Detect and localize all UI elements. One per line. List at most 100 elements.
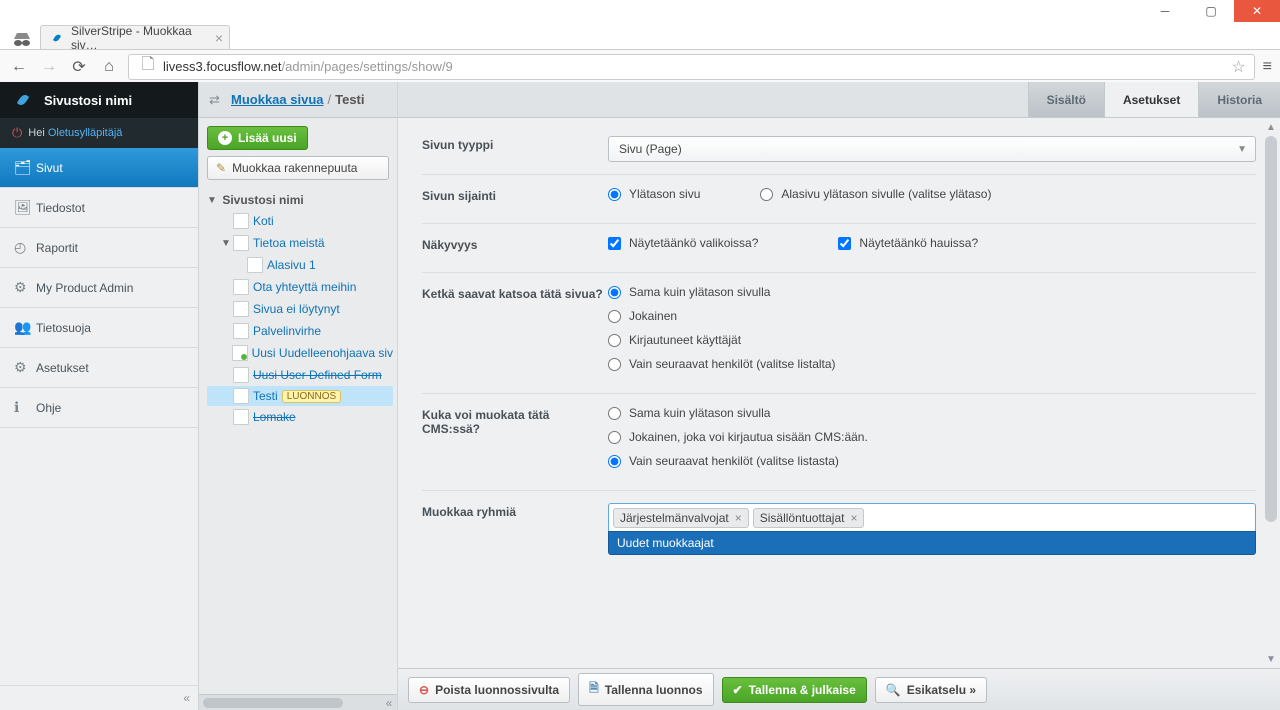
editor-groups-input[interactable]: Järjestelmänvalvojat× Sisällöntuottajat× — [608, 503, 1256, 533]
checkbox-show-in-search[interactable]: Näytetäänkö hauissa? — [838, 236, 978, 250]
menu-item-settings[interactable]: ⚙Asetukset — [0, 348, 198, 388]
radio-view-only-these[interactable]: Vain seuraavat henkilöt (valitse listalt… — [608, 357, 1256, 371]
greeting-bar: ⏻ Hei Oletusylläpitäjä — [0, 118, 198, 148]
tab-history[interactable]: Historia — [1198, 82, 1280, 117]
group-tag: Järjestelmänvalvojat× — [613, 508, 749, 528]
brand-bar: Sivustosi nimi — [0, 82, 198, 118]
page-type-select[interactable]: Sivu (Page) ▼ — [608, 136, 1256, 162]
browser-tab[interactable]: SilverStripe - Muokkaa siv… × — [40, 25, 230, 49]
scroll-down-icon[interactable]: ▼ — [1262, 650, 1280, 668]
info-icon: ℹ — [14, 399, 36, 416]
back-icon[interactable]: ← — [8, 58, 30, 76]
window-minimize-button[interactable]: ─ — [1142, 0, 1188, 22]
tree-item-notfound[interactable]: Sivua ei löytynyt — [207, 298, 393, 320]
browser-menu-icon[interactable]: ≡ — [1263, 58, 1272, 76]
menu-item-reports[interactable]: ◴Raportit — [0, 228, 198, 268]
tree-root[interactable]: ▼ Sivustosi nimi — [207, 190, 393, 210]
preview-button[interactable]: 🔍Esikatselu » — [875, 677, 987, 703]
tree-item-testi[interactable]: TestiLUONNOS — [207, 386, 393, 406]
radio-view-inherit[interactable]: Sama kuin ylätason sivulla — [608, 285, 1256, 299]
label-page-type: Sivun tyyppi — [422, 136, 608, 162]
power-icon[interactable]: ⏻ — [12, 125, 22, 141]
forward-icon[interactable]: → — [38, 58, 60, 76]
window-maximize-button[interactable]: ▢ — [1188, 0, 1234, 22]
tree-item-userform[interactable]: Uusi User Defined Form — [207, 364, 393, 386]
radio-edit-only-these[interactable]: Vain seuraavat henkilöt (valitse listast… — [608, 454, 1256, 468]
window-close-button[interactable]: ✕ — [1234, 0, 1280, 22]
scroll-up-icon[interactable]: ▲ — [1262, 118, 1280, 136]
radio-view-anyone[interactable]: Jokainen — [608, 309, 1256, 323]
tab-close-icon[interactable]: × — [215, 30, 223, 46]
tree-item-yhteys[interactable]: Ota yhteyttä meihin — [207, 276, 393, 298]
tree-item-tietoa[interactable]: ▼Tietoa meistä — [207, 232, 393, 254]
username-link[interactable]: Oletusylläpitäjä — [48, 127, 123, 139]
redirect-page-icon — [232, 345, 248, 361]
collapse-menu-button[interactable]: « — [0, 685, 198, 710]
page-icon — [233, 323, 249, 339]
label-location: Sivun sijainti — [422, 187, 608, 211]
collapse-tree-button[interactable]: « — [381, 696, 397, 710]
remove-tag-icon[interactable]: × — [735, 511, 742, 525]
delete-draft-button[interactable]: ⊖Poista luonnossivulta — [408, 677, 570, 703]
radio-location-top[interactable]: Ylätason sivu — [608, 187, 700, 201]
bookmark-star-icon[interactable]: ☆ — [1231, 57, 1245, 77]
groups-dropdown: Uudet muokkaajat — [608, 531, 1256, 555]
window-controls: ─ ▢ ✕ — [1142, 0, 1280, 23]
gear-icon: ⚙ — [14, 359, 36, 376]
page-icon — [233, 213, 249, 229]
chevron-down-icon[interactable]: ▼ — [221, 238, 233, 249]
checkbox-show-in-menus[interactable]: Näytetäänkö valikoissa? — [608, 236, 758, 250]
chevron-down-icon[interactable]: ▼ — [207, 195, 219, 206]
radio-view-logged-in[interactable]: Kirjautuneet käyttäjät — [608, 333, 1256, 347]
favicon-icon — [49, 30, 65, 46]
sitemap-icon: 🗂 — [14, 159, 36, 176]
home-icon[interactable]: ⌂ — [98, 58, 120, 76]
url-text: livess3.focusflow.net/admin/pages/settin… — [163, 59, 453, 74]
menu-item-help[interactable]: ℹOhje — [0, 388, 198, 428]
gear-icon: ⚙ — [14, 279, 36, 296]
brand-logo-icon — [12, 89, 34, 111]
tree-item-alasivu[interactable]: Alasivu 1 — [207, 254, 393, 276]
edit-form: Sisältö Asetukset Historia Sivun tyyppi … — [398, 82, 1280, 710]
tab-settings[interactable]: Asetukset — [1104, 82, 1198, 117]
page-icon — [233, 235, 249, 251]
save-icon: 🗎 — [589, 679, 599, 700]
tree-horizontal-scrollbar[interactable]: « — [199, 694, 397, 710]
tree-item-palvelin[interactable]: Palvelinvirhe — [207, 320, 393, 342]
breadcrumb-current: Testi — [335, 92, 364, 107]
radio-location-sub[interactable]: Alasivu ylätason sivulle (valitse ylätas… — [760, 187, 991, 201]
users-icon: 👥 — [14, 319, 36, 336]
page-icon — [233, 279, 249, 295]
menu-item-product-admin[interactable]: ⚙My Product Admin — [0, 268, 198, 308]
publish-button[interactable]: ✔Tallenna & julkaise — [722, 677, 867, 703]
menu-item-files[interactable]: 🖼Tiedostot — [0, 188, 198, 228]
delete-icon: ⊖ — [419, 683, 429, 697]
tree-item-koti[interactable]: Koti — [207, 210, 393, 232]
breadcrumb-root-link[interactable]: Muokkaa sivua — [231, 92, 324, 107]
dropdown-option[interactable]: Uudet muokkaajat — [609, 532, 1255, 554]
menu-item-pages[interactable]: 🗂Sivut — [0, 148, 198, 188]
tree-item-redirect[interactable]: Uusi Uudelleenohjaava siv — [207, 342, 393, 364]
label-visibility: Näkyvyys — [422, 236, 608, 260]
chart-icon: ◴ — [14, 239, 36, 256]
edit-tree-button[interactable]: ✎Muokkaa rakennepuuta — [207, 156, 389, 180]
tab-content[interactable]: Sisältö — [1028, 82, 1104, 117]
add-new-button[interactable]: +Lisää uusi — [207, 126, 308, 150]
page-tree-panel: ⇄ Muokkaa sivua / Testi +Lisää uusi ✎Muo… — [198, 82, 398, 710]
vertical-scrollbar[interactable]: ▲ ▼ — [1262, 118, 1280, 668]
remove-tag-icon[interactable]: × — [850, 511, 857, 525]
address-bar[interactable]: 🗋 livess3.focusflow.net/admin/pages/sett… — [128, 54, 1255, 80]
tree-item-lomake[interactable]: Lomake — [207, 406, 393, 428]
image-icon: 🖼 — [14, 199, 36, 216]
reload-icon[interactable]: ⟳ — [68, 57, 90, 77]
chevron-down-icon: ▼ — [1237, 144, 1247, 155]
page-icon — [233, 409, 249, 425]
scroll-thumb[interactable] — [1265, 136, 1277, 522]
incognito-icon — [8, 29, 36, 49]
radio-edit-anyone[interactable]: Jokainen, joka voi kirjautua sisään CMS:… — [608, 430, 1256, 444]
save-draft-button[interactable]: 🗎Tallenna luonnos — [578, 673, 713, 706]
page-icon: 🗋 — [137, 53, 159, 80]
radio-edit-inherit[interactable]: Sama kuin ylätason sivulla — [608, 406, 1256, 420]
menu-item-privacy[interactable]: 👥Tietosuoja — [0, 308, 198, 348]
draft-badge: LUONNOS — [282, 390, 341, 403]
